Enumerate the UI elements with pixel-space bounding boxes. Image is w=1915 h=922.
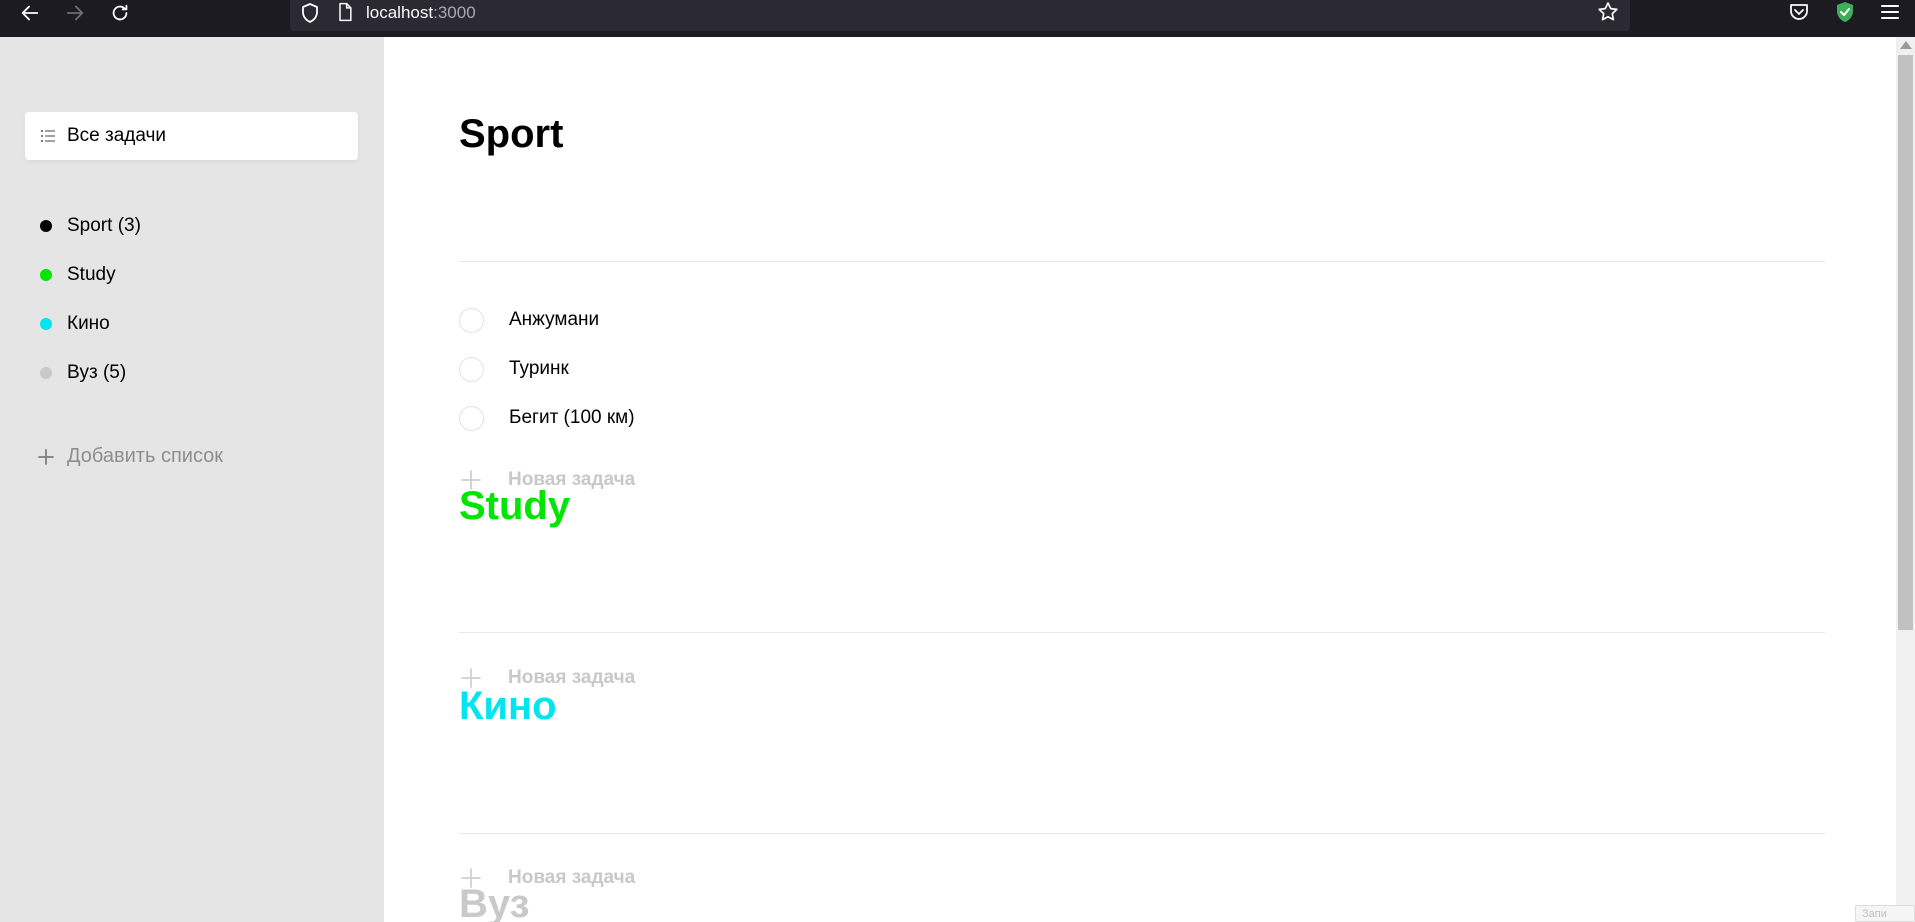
forward-arrow-icon [66,5,84,21]
back-button[interactable] [8,0,52,26]
plus-icon [38,449,54,465]
add-list-label: Добавить список [67,445,224,467]
color-dot [40,318,52,330]
sidebar-item-study[interactable]: Study [25,255,358,295]
sidebar-item-sport[interactable]: Sport (3) [25,206,358,246]
forward-button[interactable] [53,0,97,26]
sidebar-item-vuz[interactable]: Вуз (5) [25,353,358,393]
task-checkbox[interactable] [459,357,484,382]
task-text: Бегит (100 км) [509,407,635,428]
task-text: Анжумани [509,309,600,330]
task-checkbox[interactable] [459,406,484,431]
scrollbar-thumb[interactable] [1898,55,1913,630]
shield-check-extension-icon[interactable] [1833,0,1857,24]
task-item[interactable]: Анжумани [459,300,1059,340]
task-item[interactable]: Туринк [459,349,1059,389]
pocket-icon[interactable] [1786,0,1812,24]
address-bar[interactable]: localhost:3000 [290,0,1630,31]
all-tasks-label: Все задачи [67,125,167,146]
url-text[interactable]: localhost:3000 [366,3,476,23]
sidebar-item-label: Кино [67,313,110,334]
divider [459,261,1825,262]
hamburger-menu-icon[interactable] [1877,0,1903,24]
list-title[interactable]: Кино [459,684,557,729]
browser-toolbar: localhost:3000 [0,0,1915,37]
list-title[interactable]: Sport [459,112,563,157]
bookmark-star-icon[interactable] [1596,0,1620,24]
reload-button[interactable] [98,0,142,26]
task-text: Туринк [509,358,569,379]
list-icon [41,130,55,142]
vertical-scrollbar[interactable] [1896,37,1915,922]
divider [459,833,1825,834]
scroll-up-arrow-icon[interactable] [1900,41,1912,49]
list-title[interactable]: Вуз [459,882,530,922]
color-dot [40,367,52,379]
shield-icon[interactable] [298,1,322,25]
back-arrow-icon [21,5,39,21]
sidebar-item-label: Study [67,264,116,285]
sidebar-item-kino[interactable]: Кино [25,304,358,344]
page-icon[interactable] [335,2,355,22]
sidebar-item-label: Sport (3) [67,215,141,236]
list-title[interactable]: Study [459,484,570,529]
divider [459,632,1825,633]
color-dot [40,269,52,281]
reload-icon [112,4,128,21]
task-checkbox[interactable] [459,308,484,333]
sidebar-item-label: Вуз (5) [67,362,127,383]
main-content: Sport Анжумани Туринк Бегит (100 км) Нов… [384,37,1896,922]
task-item[interactable]: Бегит (100 км) [459,398,1059,438]
corner-popup-chip[interactable]: Запи [1855,905,1915,922]
color-dot [40,220,52,232]
all-tasks-button[interactable]: Все задачи [25,112,358,160]
sidebar: Все задачи Sport (3) Study Кино Вуз (5) … [0,37,384,922]
